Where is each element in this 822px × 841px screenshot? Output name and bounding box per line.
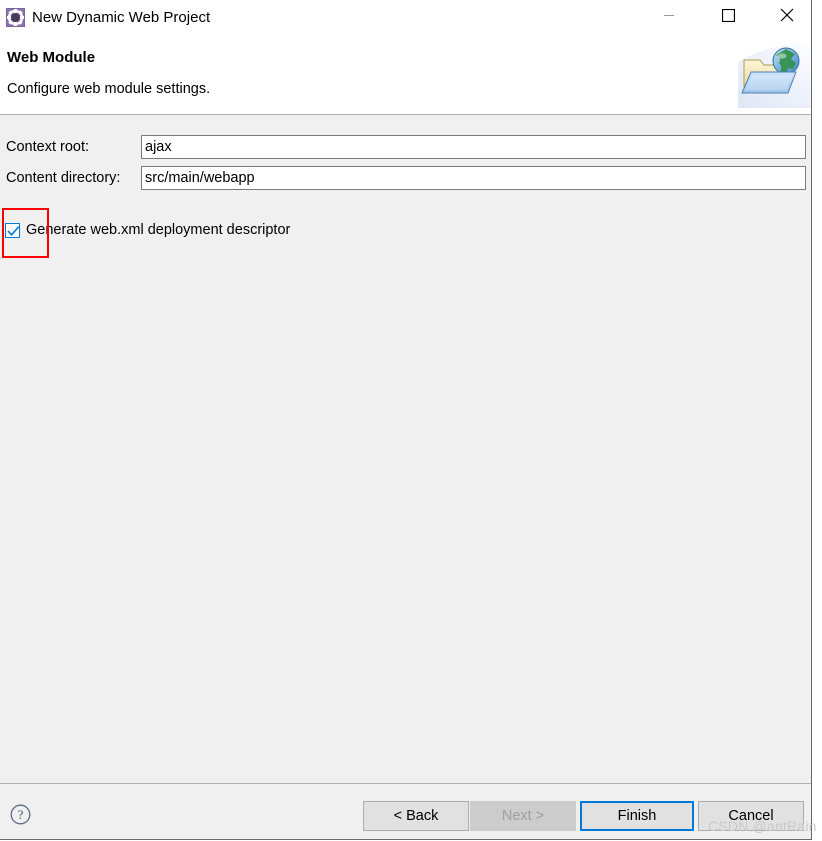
content-directory-row: Content directory: (0, 166, 811, 190)
wizard-header: Web Module Configure web module settings… (0, 36, 811, 115)
eclipse-project-gear-icon (5, 7, 26, 28)
window-title: New Dynamic Web Project (32, 9, 211, 26)
page-title: Web Module (7, 49, 96, 66)
generate-webxml-label: Generate web.xml deployment descriptor (26, 222, 291, 238)
title-bar: New Dynamic Web Project (0, 0, 811, 37)
next-button: Next > (470, 801, 576, 831)
cancel-button[interactable]: Cancel (698, 801, 804, 831)
minimize-icon[interactable] (646, 0, 692, 30)
new-dynamic-web-project-dialog: New Dynamic Web Project Web Module Confi… (0, 0, 812, 840)
context-root-label: Context root: (6, 139, 90, 155)
page-description: Configure web module settings. (7, 81, 211, 97)
wizard-content: Context root: Content directory: Generat… (0, 116, 811, 783)
back-button[interactable]: < Back (363, 801, 469, 831)
content-directory-label: Content directory: (6, 170, 121, 186)
context-root-row: Context root: (0, 135, 811, 159)
generate-webxml-checkbox[interactable] (5, 223, 20, 238)
context-root-input[interactable] (141, 135, 806, 159)
web-folder-globe-icon (738, 42, 811, 108)
checkmark-icon (7, 226, 20, 236)
maximize-icon[interactable] (705, 0, 751, 30)
generate-webxml-row[interactable]: Generate web.xml deployment descriptor (0, 220, 420, 242)
finish-button[interactable]: Finish (580, 801, 694, 831)
dialog-button-bar: ? < Back Next > Finish Cancel (0, 783, 811, 839)
help-icon[interactable]: ? (10, 804, 31, 825)
content-directory-input[interactable] (141, 166, 806, 190)
close-icon[interactable] (764, 0, 810, 30)
svg-text:?: ? (18, 807, 24, 822)
